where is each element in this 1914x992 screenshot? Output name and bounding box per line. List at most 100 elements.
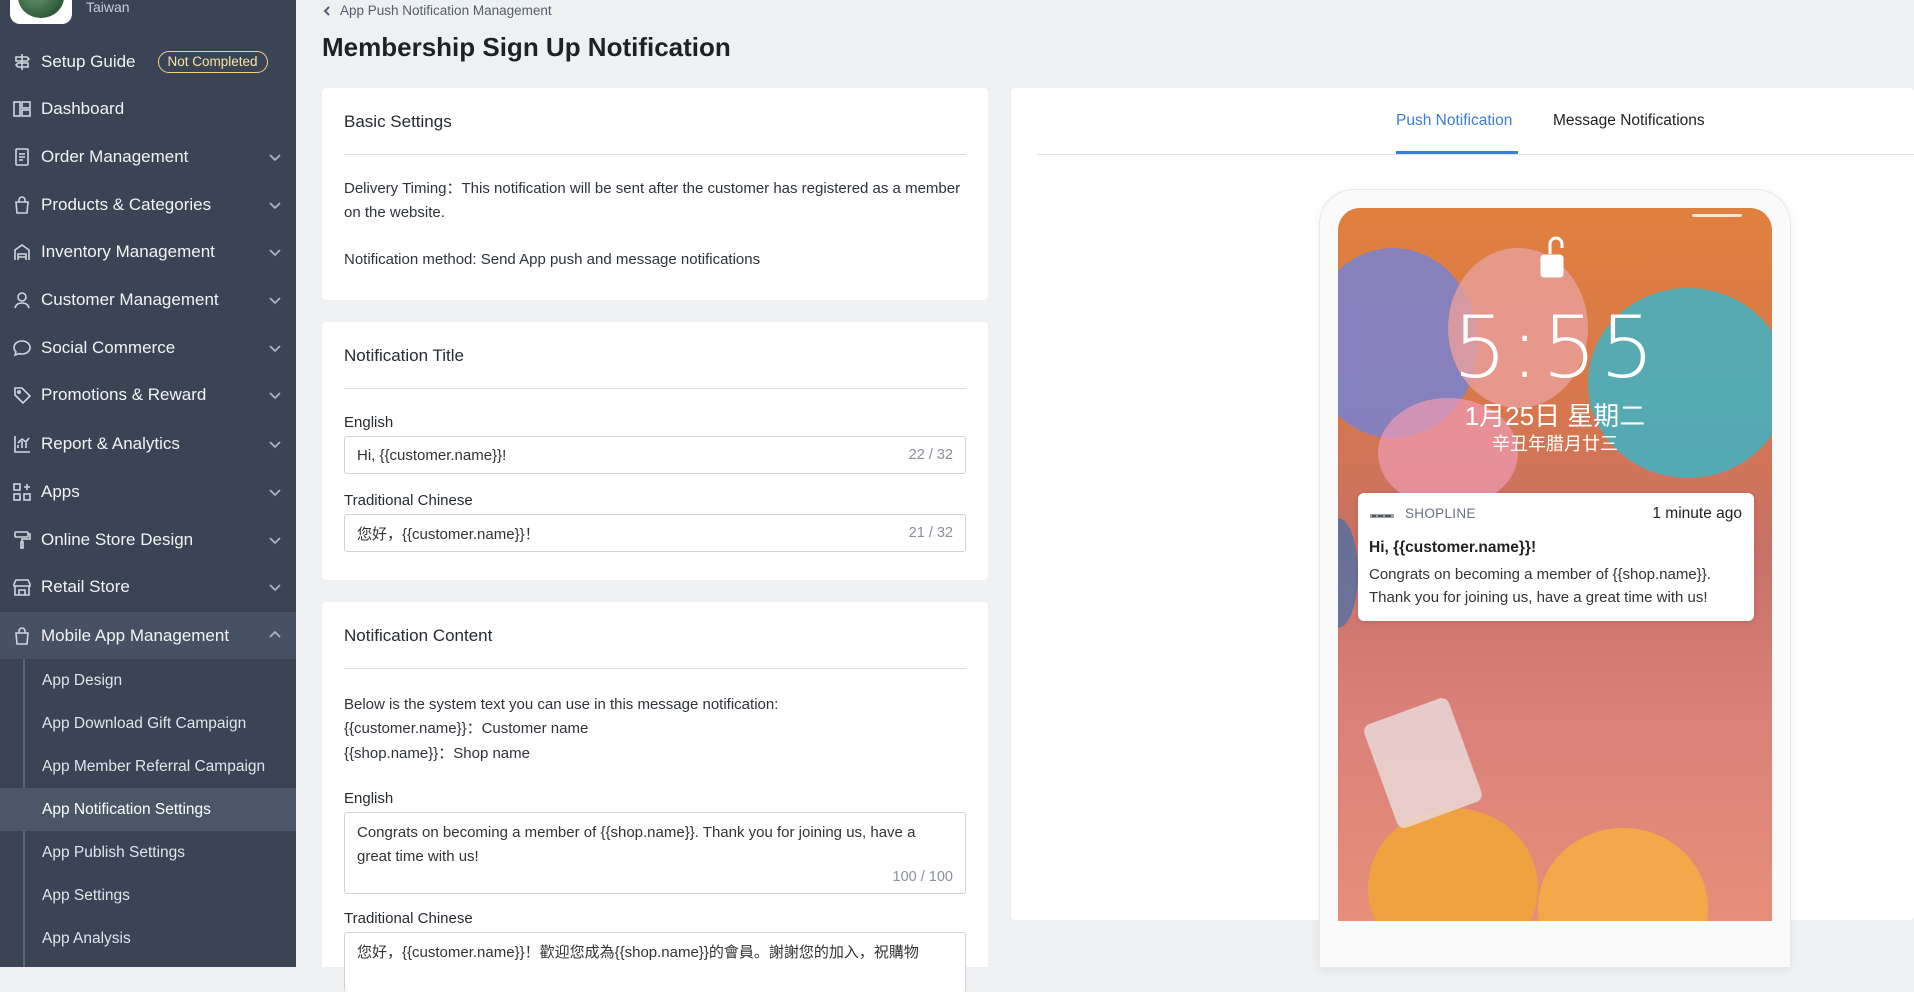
- breadcrumb[interactable]: App Push Notification Management: [322, 3, 552, 18]
- store-logo[interactable]: [10, 0, 72, 24]
- sidebar-item-label: Report & Analytics: [41, 434, 180, 453]
- tab-push-notification[interactable]: Push Notification: [1396, 112, 1512, 130]
- page-title: Membership Sign Up Notification: [322, 32, 731, 62]
- chevron-down-icon: [268, 292, 282, 306]
- sidebar-item-label: Setup Guide: [41, 52, 136, 71]
- sidebar-subitem-app-notification-settings[interactable]: App Notification Settings: [0, 788, 296, 831]
- clipboard-icon: [11, 146, 33, 168]
- english-title-input[interactable]: [357, 437, 797, 473]
- chevron-down-icon: [268, 387, 282, 401]
- english-label: English: [344, 414, 394, 431]
- sidebar-item-online-store-design[interactable]: Online Store Design: [0, 517, 296, 563]
- card-title: Notification Title: [344, 346, 464, 365]
- sidebar-item-label: Order Management: [41, 147, 189, 166]
- active-tab-indicator: [1396, 151, 1518, 154]
- shopping-bag-icon: [11, 194, 33, 216]
- status-bar-indicator: [1692, 214, 1742, 217]
- sidebar-item-label: Social Commerce: [41, 338, 176, 357]
- sidebar-item-mobile-app-management[interactable]: Mobile App Management: [0, 612, 296, 659]
- divider: [344, 668, 966, 669]
- sidebar-item-apps[interactable]: Apps: [0, 469, 296, 515]
- warehouse-icon: [11, 241, 33, 263]
- system-text-intro: Below is the system text you can use in …: [344, 696, 779, 713]
- breadcrumb-link[interactable]: App Push Notification Management: [340, 3, 552, 18]
- variable-customer-name: {{customer.name}}：Customer name: [344, 720, 589, 737]
- sidebar-item-promotions-reward[interactable]: Promotions & Reward: [0, 372, 296, 418]
- tag-icon: [11, 384, 33, 406]
- chinese-content-value: 您好，{{customer.name}}！歡迎您成為{{shop.name}}的…: [357, 944, 919, 961]
- chat-bubble-icon: [11, 337, 33, 359]
- notification-title: Hi, {{customer.name}}!: [1369, 539, 1537, 556]
- sidebar-subitem-app-download-gift-campaign[interactable]: App Download Gift Campaign: [0, 702, 296, 745]
- divider: [344, 388, 966, 389]
- store-country: Taiwan: [86, 0, 130, 15]
- chevron-down-icon: [268, 436, 282, 450]
- english-content-value: Congrats on becoming a member of {{shop.…: [357, 824, 916, 865]
- sidebar-item-customer-management[interactable]: Customer Management: [0, 277, 296, 323]
- notification-app-name: SHOPLINE: [1405, 506, 1476, 521]
- traditional-chinese-label: Traditional Chinese: [344, 910, 473, 927]
- notification-content-card: Notification Content Below is the system…: [322, 602, 988, 992]
- lock-screen-lunar-date: 辛丑年腊月廿三: [1492, 434, 1618, 454]
- lock-screen-time: 5:55: [1452, 298, 1658, 398]
- sidebar-item-retail-store[interactable]: Retail Store: [0, 564, 296, 610]
- chinese-title-input[interactable]: [357, 515, 797, 551]
- notification-time: 1 minute ago: [1652, 505, 1742, 522]
- english-title-field[interactable]: 22 / 32: [344, 436, 966, 474]
- sidebar-subitem-app-member-referral-campaign[interactable]: App Member Referral Campaign: [0, 745, 296, 788]
- sidebar-item-setup-guide[interactable]: Setup Guide Not Completed: [0, 39, 296, 85]
- sidebar-item-inventory-management[interactable]: Inventory Management: [0, 229, 296, 275]
- char-counter: 100 / 100: [892, 869, 953, 885]
- english-content-textarea[interactable]: Congrats on becoming a member of {{shop.…: [344, 812, 966, 894]
- sidebar-item-order-management[interactable]: Order Management: [0, 134, 296, 180]
- chevron-down-icon: [268, 244, 282, 258]
- sidebar-item-label: Products & Categories: [41, 195, 212, 214]
- chevron-down-icon: [268, 149, 282, 163]
- sidebar-item-label: Retail Store: [41, 577, 130, 596]
- background-orange-toy: [1368, 808, 1538, 921]
- sidebar-subitem-app-analysis[interactable]: App Analysis: [0, 917, 296, 960]
- variable-shop-name: {{shop.name}}：Shop name: [344, 745, 530, 762]
- signpost-icon: [11, 51, 33, 73]
- apps-grid-icon: [11, 481, 33, 503]
- delivery-timing-text: Delivery Timing：This notification will b…: [344, 180, 961, 221]
- basic-settings-card: Basic Settings Delivery Timing：This noti…: [322, 88, 988, 300]
- tabs-divider: [1037, 154, 1914, 155]
- sidebar-item-label: Promotions & Reward: [41, 385, 207, 404]
- status-badge: Not Completed: [157, 51, 268, 73]
- dashboard-icon: [11, 98, 33, 120]
- sidebar-item-social-commerce[interactable]: Social Commerce: [0, 325, 296, 371]
- card-title: Notification Content: [344, 626, 493, 645]
- sidebar-subitem-app-design[interactable]: App Design: [0, 659, 296, 702]
- sidebar-subitem-app-publish-settings[interactable]: App Publish Settings: [0, 831, 296, 874]
- sidebar-item-report-analytics[interactable]: Report & Analytics: [0, 421, 296, 467]
- shopping-bag-icon: [11, 625, 33, 647]
- sidebar-item-label: Apps: [41, 482, 80, 501]
- sidebar-subitem-app-settings[interactable]: App Settings: [0, 874, 296, 917]
- sidebar-item-label: Mobile App Management: [41, 625, 230, 645]
- store-icon: [11, 576, 33, 598]
- sidebar-item-label: Dashboard: [41, 99, 125, 118]
- paint-roller-icon: [11, 529, 33, 551]
- sidebar-item-dashboard[interactable]: Dashboard: [0, 86, 296, 132]
- chinese-content-textarea[interactable]: 您好，{{customer.name}}！歡迎您成為{{shop.name}}的…: [344, 932, 966, 992]
- bar-chart-icon: [11, 433, 33, 455]
- sidebar: Taiwan Setup Guide Not Completed Dashboa…: [0, 0, 296, 967]
- sidebar-item-products-categories[interactable]: Products & Categories: [0, 182, 296, 228]
- unlock-icon: [1538, 234, 1572, 280]
- chevron-down-icon: [268, 340, 282, 354]
- chevron-down-icon: [268, 579, 282, 593]
- chinese-title-field[interactable]: 21 / 32: [344, 514, 966, 552]
- char-counter: 21 / 32: [908, 525, 953, 541]
- tab-message-notifications[interactable]: Message Notifications: [1553, 112, 1705, 130]
- background-poster: [1338, 518, 1358, 628]
- push-notification-preview: SHOPLINE 1 minute ago Hi, {{customer.nam…: [1358, 493, 1754, 621]
- notification-method-text: Notification method: Send App push and m…: [344, 251, 761, 268]
- divider: [344, 154, 966, 155]
- traditional-chinese-label: Traditional Chinese: [344, 492, 473, 509]
- card-title: Basic Settings: [344, 112, 452, 131]
- chevron-down-icon: [268, 197, 282, 211]
- background-orange-toy-2: [1538, 828, 1708, 921]
- sidebar-item-label: Customer Management: [41, 290, 219, 309]
- sidebar-item-label: Online Store Design: [41, 530, 194, 549]
